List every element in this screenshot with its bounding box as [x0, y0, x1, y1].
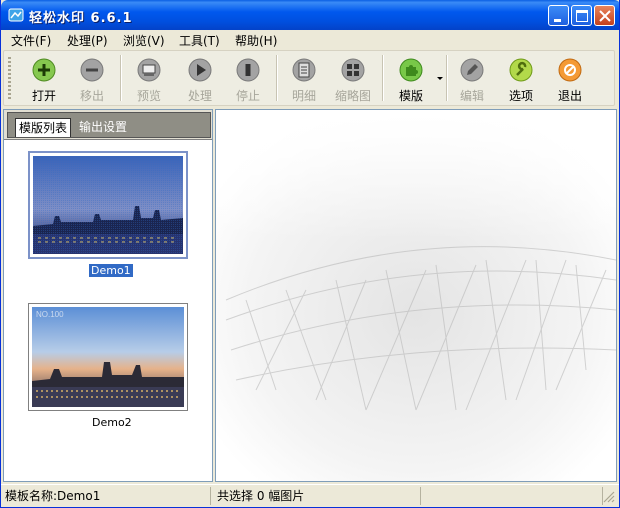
status-empty-cell — [423, 487, 603, 505]
template-thumbnail-demo2[interactable]: NO.100 — [28, 303, 188, 411]
menu-view[interactable]: 浏览(V) — [123, 32, 165, 49]
stop-icon — [236, 58, 260, 82]
template-button[interactable]: 模版 — [387, 54, 435, 104]
thumbnails-icon — [341, 58, 365, 82]
template-label-demo1[interactable]: Demo1 — [89, 264, 133, 277]
edit-button[interactable]: 编辑 — [448, 54, 496, 104]
toolbar-separator — [276, 55, 278, 101]
stop-label: 停止 — [235, 89, 260, 103]
title-bar[interactable]: 轻松水印 6.6.1 — [1, 0, 619, 30]
menu-file[interactable]: 文件(F) — [11, 32, 51, 49]
template-panel: 模版列表 输出设置 Demo1 NO.100 Demo2 — [3, 109, 213, 482]
city-night-image — [33, 156, 183, 254]
template-label: 模版 — [398, 89, 423, 103]
minus-icon — [80, 58, 104, 82]
options-label: 选项 — [508, 89, 533, 103]
toolbar-grip[interactable] — [8, 57, 11, 99]
wrench-icon — [509, 58, 533, 82]
menu-help[interactable]: 帮助(H) — [235, 32, 277, 49]
pencil-icon — [460, 58, 484, 82]
close-button[interactable] — [594, 5, 615, 26]
preview-button[interactable]: 预览 — [125, 54, 173, 104]
toolbar: 打开 移出 预览 处理 停止 明细 缩略图 模版 编辑 选项 退出 — [3, 50, 615, 106]
minimize-icon — [554, 19, 561, 22]
thumbnails-button[interactable]: 缩略图 — [329, 54, 377, 104]
exit-button[interactable]: 退出 — [546, 54, 594, 104]
plus-icon — [32, 58, 56, 82]
template-label-demo2[interactable]: Demo2 — [90, 416, 134, 429]
status-template-name: 模板名称:Demo1 — [5, 487, 211, 505]
tab-template-list[interactable]: 模版列表 — [15, 118, 72, 137]
minimize-button[interactable] — [548, 5, 569, 26]
maximize-button[interactable] — [571, 5, 592, 26]
preview-icon — [137, 58, 161, 82]
process-button[interactable]: 处理 — [176, 54, 224, 104]
template-thumbnail-demo1[interactable] — [28, 151, 188, 259]
template-dropdown-arrow-icon[interactable] — [437, 77, 443, 80]
play-icon — [188, 58, 212, 82]
menu-process[interactable]: 处理(P) — [67, 32, 108, 49]
open-label: 打开 — [31, 89, 56, 103]
app-logo-icon — [8, 7, 24, 23]
status-bar: 模板名称:Demo1 共选择 0 幅图片 — [1, 484, 619, 507]
watermark-text: NO.100 — [36, 310, 64, 319]
exit-icon — [558, 58, 582, 82]
toolbar-separator — [382, 55, 384, 101]
remove-label: 移出 — [79, 89, 104, 103]
panel-tabstrip: 模版列表 输出设置 — [4, 110, 212, 140]
details-button[interactable]: 明细 — [280, 54, 328, 104]
open-button[interactable]: 打开 — [20, 54, 68, 104]
toolbar-separator — [120, 55, 122, 101]
options-button[interactable]: 选项 — [497, 54, 545, 104]
tab-output-settings[interactable]: 输出设置 — [76, 118, 130, 136]
status-selection-count: 共选择 0 幅图片 — [215, 487, 421, 505]
city-dusk-image: NO.100 — [32, 307, 184, 407]
edit-label: 编辑 — [459, 89, 484, 103]
puzzle-icon — [399, 58, 423, 82]
preview-label: 预览 — [136, 89, 161, 103]
resize-grip-icon[interactable] — [603, 491, 615, 503]
birds-nest-background-image — [216, 110, 616, 481]
details-label: 明细 — [291, 89, 316, 103]
preview-panel — [215, 109, 617, 482]
process-label: 处理 — [187, 89, 212, 103]
close-icon — [599, 10, 611, 22]
detail-icon — [292, 58, 316, 82]
window-title: 轻松水印 6.6.1 — [29, 11, 133, 26]
menu-bar: 文件(F) 处理(P) 浏览(V) 工具(T) 帮助(H) — [1, 30, 619, 49]
thumbnails-label: 缩略图 — [334, 89, 371, 103]
exit-label: 退出 — [557, 89, 582, 103]
menu-tools[interactable]: 工具(T) — [179, 32, 220, 49]
app-window: 轻松水印 6.6.1 文件(F) 处理(P) 浏览(V) 工具(T) 帮助(H)… — [0, 0, 620, 508]
remove-button[interactable]: 移出 — [68, 54, 116, 104]
stop-button[interactable]: 停止 — [224, 54, 272, 104]
maximize-icon — [576, 10, 588, 22]
